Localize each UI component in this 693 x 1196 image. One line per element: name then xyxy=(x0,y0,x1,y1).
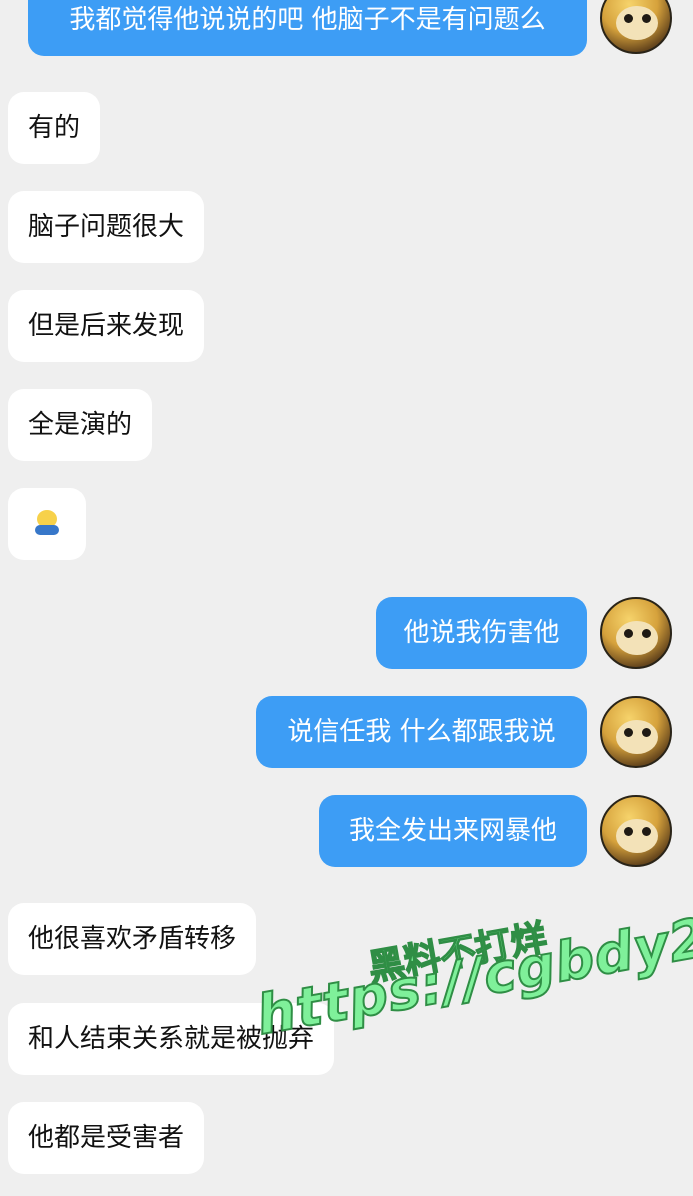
message-text: 我全发出来网暴他 xyxy=(348,816,557,846)
avatar-face xyxy=(616,621,658,655)
avatar-face xyxy=(616,6,658,40)
avatar-eye xyxy=(642,629,651,638)
incoming-message-bubble[interactable]: 全是演的 xyxy=(8,389,153,461)
avatar-face xyxy=(616,720,658,754)
outgoing-message-bubble[interactable]: 他说我伤害他 xyxy=(376,597,587,669)
self-avatar[interactable] xyxy=(600,795,672,867)
incoming-emoji-bubble[interactable] xyxy=(8,488,86,560)
avatar-eye xyxy=(624,728,633,737)
incoming-message-bubble[interactable]: 他很喜欢矛盾转移 xyxy=(8,903,257,975)
self-avatar[interactable] xyxy=(600,696,672,768)
emoji-arms xyxy=(35,525,59,535)
outgoing-message-bubble[interactable]: 我都觉得他说说的吧 他脑子不是有问题么 xyxy=(28,0,587,56)
message-text: 说信任我 什么都跟我说 xyxy=(287,717,556,747)
self-avatar[interactable] xyxy=(600,597,672,669)
avatar-eye xyxy=(624,827,633,836)
avatar-eye xyxy=(642,14,651,23)
message-text: 全是演的 xyxy=(28,410,133,440)
bowing-person-emoji-icon xyxy=(35,510,59,536)
message-text: 但是后来发现 xyxy=(28,311,185,341)
avatar-eye xyxy=(624,14,633,23)
incoming-message-bubble[interactable]: 有的 xyxy=(8,92,101,164)
avatar-eye xyxy=(624,629,633,638)
message-text: 他都是受害者 xyxy=(28,1123,185,1153)
avatar-face xyxy=(616,819,658,853)
message-text: 有的 xyxy=(28,113,81,143)
avatar-eye xyxy=(642,728,651,737)
message-text: 我都觉得他说说的吧 他脑子不是有问题么 xyxy=(69,5,546,35)
self-avatar[interactable] xyxy=(600,0,672,54)
message-text: 脑子问题很大 xyxy=(28,212,185,242)
watermark-url: https://cgbdy22.com xyxy=(251,872,693,1048)
message-text: 他说我伤害他 xyxy=(403,618,560,648)
incoming-message-bubble[interactable]: 他都是受害者 xyxy=(8,1102,205,1174)
outgoing-message-bubble[interactable]: 我全发出来网暴他 xyxy=(319,795,587,867)
incoming-message-bubble[interactable]: 但是后来发现 xyxy=(8,290,205,362)
incoming-message-bubble[interactable]: 脑子问题很大 xyxy=(8,191,205,263)
avatar-eye xyxy=(642,827,651,836)
outgoing-message-bubble[interactable]: 说信任我 什么都跟我说 xyxy=(256,696,587,768)
message-text: 他很喜欢矛盾转移 xyxy=(28,924,237,954)
